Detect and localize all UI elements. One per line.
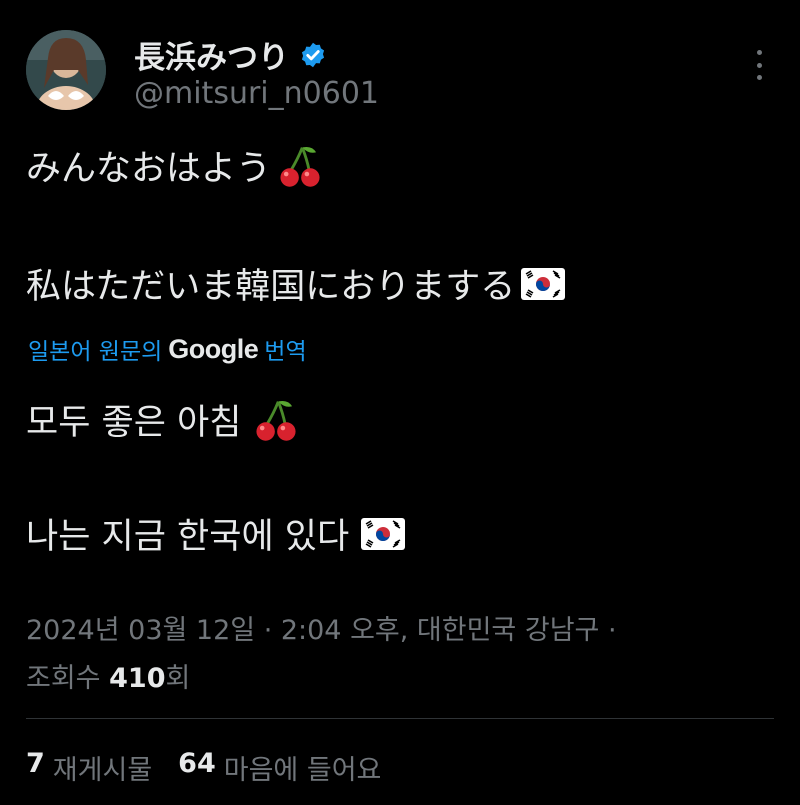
- tweet-text-line-1: みんなおはよう: [26, 140, 323, 191]
- tweet-detail: 長浜みつり @mitsuri_n0601 みんなおはよう 私はただいま韓国におり…: [0, 0, 800, 805]
- likes-count: 64: [178, 748, 216, 779]
- likes-stat[interactable]: 64 마음에 들어요: [178, 748, 381, 787]
- translation-attribution[interactable]: 일본어 원문의 Google 번역: [28, 332, 307, 366]
- verified-badge-icon: [301, 42, 325, 67]
- tweet-text-line-2: 私はただいま韓国におりまする: [26, 258, 566, 309]
- engagement-stats: 7 재게시물 64 마음에 들어요: [26, 748, 381, 787]
- display-name[interactable]: 長浜みつり: [134, 32, 327, 77]
- profile-photo-icon: [26, 30, 106, 110]
- tweet-timestamp[interactable]: 2024년 03월 12일 · 2:04 오후, 대한민국 강남구 ·: [26, 608, 617, 647]
- views-label: 조회수: [26, 663, 101, 694]
- avatar[interactable]: [26, 30, 106, 110]
- korea-flag-emoji-icon: [521, 267, 566, 300]
- cherry-emoji-icon: [280, 146, 320, 187]
- translation-prefix: 일본어 원문의: [28, 339, 163, 365]
- translation-suffix: 번역: [264, 339, 307, 365]
- reposts-label: 재게시물: [52, 755, 153, 786]
- views-number: 410: [109, 663, 166, 694]
- likes-label: 마음에 들어요: [223, 755, 382, 786]
- korea-flag-emoji-icon: [361, 517, 406, 550]
- translated-text-line-1: 모두 좋은 아침: [26, 394, 299, 445]
- reposts-count: 7: [26, 748, 45, 779]
- view-count: 조회수 410회: [26, 656, 190, 695]
- user-handle[interactable]: @mitsuri_n0601: [134, 76, 379, 111]
- views-suffix: 회: [165, 663, 191, 694]
- cherry-emoji-icon: [256, 400, 297, 441]
- more-options-icon[interactable]: [752, 50, 766, 80]
- display-name-text: 長浜みつり: [134, 40, 289, 76]
- translated-text-line-2: 나는 지금 한국에 있다: [26, 508, 406, 559]
- reposts-stat[interactable]: 7 재게시물: [26, 748, 152, 787]
- google-logo: Google: [168, 333, 259, 364]
- divider: [26, 718, 774, 719]
